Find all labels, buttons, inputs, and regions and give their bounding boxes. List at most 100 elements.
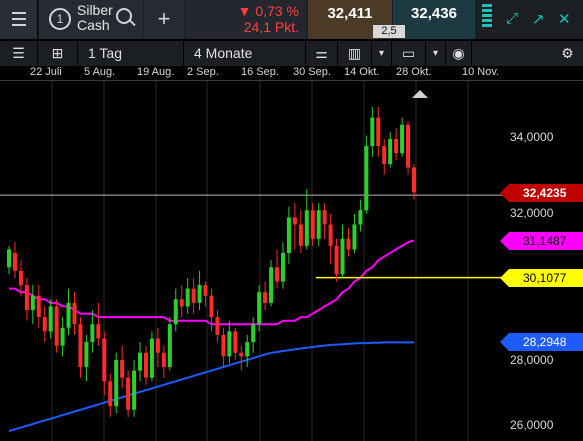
hamburger-menu-icon [12,12,26,14]
candle-body [114,359,119,407]
candle-body [108,381,113,407]
header-bar: 1 Silber Cash + ▼ 0,73 % 24,1 Pkt. 32,41… [0,0,583,39]
candle-body [275,267,280,282]
candle-body [352,224,357,250]
date-tick: 14 Okt. [344,66,380,78]
popout-icon[interactable]: ↗ [532,10,545,28]
candle-body [54,306,59,346]
moving-average-blue-line [8,341,414,433]
candle-body [12,253,17,271]
candle-body [102,338,107,382]
candle-body [263,292,268,303]
list-icon[interactable]: ☰ [0,41,38,66]
candle-body [138,352,143,371]
candle-body [18,270,23,286]
candle-body [364,146,369,211]
candle-body [233,331,238,353]
candle-body [215,317,220,335]
instrument-name-line2: Cash [77,17,110,33]
instrument-number-badge: 1 [49,8,71,30]
candle-body [173,299,178,325]
chevron-down-icon[interactable]: ▾ [426,41,446,66]
candle-body [179,299,184,307]
candle-body [328,224,333,246]
candle-body [84,342,89,367]
comment-icon[interactable]: ▭ [392,41,426,66]
instrument-selector[interactable]: 1 Silber Cash [39,0,143,39]
date-tick: 10 Nov. [462,66,500,78]
candle-body [36,295,41,318]
candle-body [42,317,47,332]
date-tick: 5 Aug. [84,66,116,78]
scroll-marker-icon [412,90,428,98]
range-select[interactable]: 4 Monate [184,41,306,66]
interval-select[interactable]: 1 Tag [78,41,184,66]
candle-body [340,238,345,275]
candle-body [412,167,416,193]
candle-body [30,295,35,310]
candle-body [48,306,53,332]
y-tick-label: 32,0000 [510,206,554,220]
price-chart[interactable] [0,81,583,441]
date-tick: 2 Sep. [187,66,219,78]
layout-grid-icon[interactable]: ⊞ [38,41,78,66]
candle-body [370,117,375,147]
hamburger-menu-icon-line [12,24,26,26]
candle-body [155,338,160,353]
candle-body [257,292,262,325]
candle-body [191,288,196,303]
candle-body [149,338,154,378]
candle-body [126,377,131,410]
candle-body [239,352,244,357]
candle-body [322,210,327,225]
candle-body [388,139,393,164]
expand-icon[interactable]: ⤢ [506,10,518,27]
candle-body [346,238,351,250]
search-icon[interactable] [116,8,132,24]
candle-body [316,210,321,239]
candle-body [227,331,232,357]
add-instrument-button[interactable]: + [144,0,184,39]
candle-body [334,245,339,275]
instrument-name: Silber Cash [77,3,113,33]
close-icon[interactable]: ✕ [558,10,571,28]
date-tick: 30 Sep. [293,66,331,78]
hamburger-menu-icon-line [12,18,26,20]
horizontal-line-yellow-label: 30,1077 [500,269,583,287]
y-tick-label: 26,0000 [510,418,554,432]
price-change: ▼ 0,73 % 24,1 Pkt. [185,0,307,39]
menu-button[interactable] [0,0,38,39]
candle-body [132,370,137,410]
candle-body [66,302,71,328]
candle-body [167,324,172,367]
date-tick: 19 Aug. [137,66,175,78]
candle-body [269,267,274,303]
candle-body [120,359,125,378]
candle-body [221,334,226,357]
candle-body [394,139,399,154]
ask-price-button[interactable]: 32,436 [393,0,475,39]
chart-type-icon[interactable]: ▥ [338,41,372,66]
candle-body [161,352,166,367]
candle-body [185,288,190,307]
candle-body [197,285,202,303]
window-tools: ⤢ ↗ ✕ [476,0,583,39]
candle-body [143,352,148,378]
date-tick: 28 Okt. [396,66,432,78]
indicator-settings-icon[interactable]: ⚌ [306,41,338,66]
candle-body [78,324,83,367]
moving-average-magenta-label: 31,1487 [500,232,583,250]
gear-icon[interactable]: ⚙ [552,41,583,66]
date-axis: 22 Juli 5 Aug. 19 Aug. 2 Sep. 16 Sep. 30… [0,66,583,80]
chevron-down-icon[interactable]: ▾ [372,41,392,66]
y-tick-label: 34,0000 [510,130,554,144]
date-tick: 16 Sep. [241,66,279,78]
eye-icon[interactable]: ◉ [446,41,472,66]
candle-body [310,210,315,239]
change-points: 24,1 Pkt. [243,19,299,35]
moving-average-blue-label: 28,2948 [500,333,583,351]
candle-body [280,253,285,282]
candle-body [406,124,411,168]
y-tick-label: 28,0000 [510,353,554,367]
